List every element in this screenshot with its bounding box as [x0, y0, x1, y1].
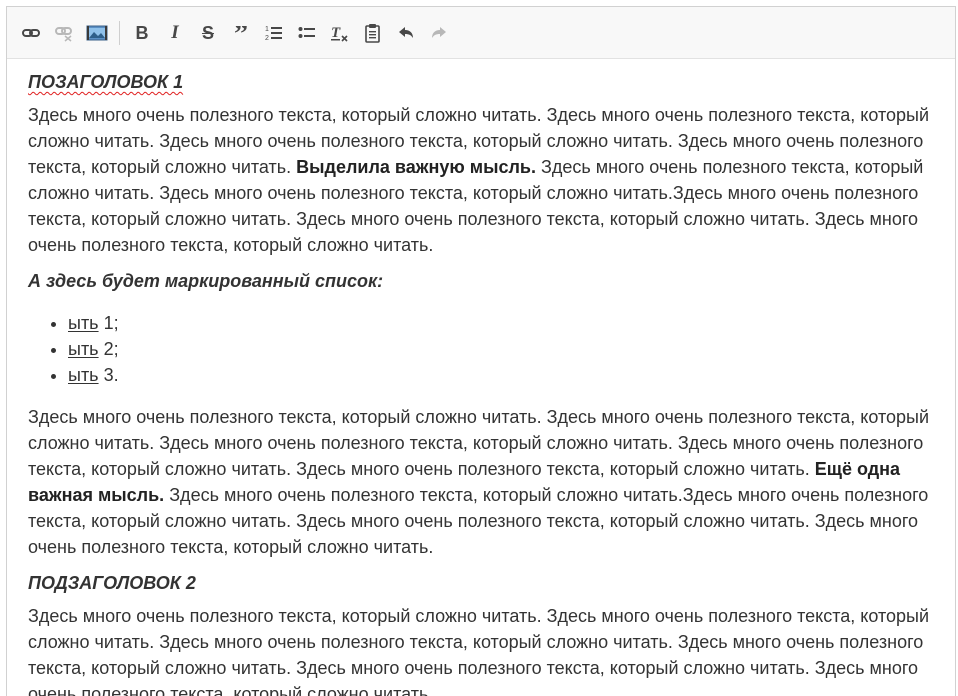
paragraph-2-text-a: Здесь много очень полезного текста, кото… [28, 407, 930, 479]
numbered-list-icon: 1 2 [265, 26, 282, 42]
bulleted-list-button[interactable] [293, 19, 321, 47]
list-item-word: ыть [68, 313, 99, 333]
bold-icon: B [135, 22, 149, 43]
image-button[interactable] [83, 19, 111, 47]
unlink-button[interactable] [50, 19, 78, 47]
numbered-list-button[interactable]: 1 2 [260, 19, 288, 47]
list-heading: А здесь будет маркированный список: [28, 271, 384, 291]
editor-toolbar: B I S ” 1 2 [7, 7, 955, 59]
svg-text:T: T [331, 25, 341, 41]
strikethrough-icon: S [201, 22, 214, 43]
svg-text:2: 2 [265, 35, 269, 42]
remove-format-icon: T [331, 25, 348, 42]
blockquote-button[interactable]: ” [227, 19, 255, 47]
rich-text-editor: B I S ” 1 2 [6, 6, 956, 696]
list-item-rest: 2; [98, 339, 119, 359]
unlink-icon [55, 26, 72, 42]
link-button[interactable] [17, 19, 45, 47]
italic-icon: I [171, 22, 179, 43]
redo-button[interactable] [425, 19, 453, 47]
list-item-word: ыть [68, 339, 99, 359]
list-item-rest: 3. [98, 365, 119, 385]
list-item: ыть 3. [68, 362, 933, 388]
paragraph-2: Здесь много очень полезного текста, кото… [28, 404, 933, 560]
remove-format-button[interactable]: T [326, 19, 354, 47]
heading-2: ПОДЗАГОЛОВОК 2 [28, 573, 196, 593]
undo-icon [399, 26, 413, 38]
paragraph-1-bold: Выделила важную мысль. [296, 157, 536, 177]
italic-button[interactable]: I [161, 19, 189, 47]
undo-button[interactable] [392, 19, 420, 47]
list-item-word: ыть [68, 365, 99, 385]
image-icon [86, 25, 108, 40]
paste-button[interactable] [359, 19, 387, 47]
paste-icon [365, 23, 380, 43]
list-item: ыть 1; [68, 310, 933, 336]
paragraph-1: Здесь много очень полезного текста, кото… [28, 102, 933, 258]
redo-icon [432, 26, 446, 38]
editor-content[interactable]: ПОЗАГОЛОВОК 1 Здесь много очень полезног… [7, 59, 955, 696]
heading-1: ПОЗАГОЛОВОК 1 [28, 69, 933, 95]
heading-1-text: ПОЗАГОЛОВОК 1 [28, 72, 184, 92]
bulleted-list: ыть 1; ыть 2; ыть 3. [28, 310, 933, 388]
link-icon [22, 28, 40, 37]
toolbar-separator [119, 20, 120, 45]
strikethrough-button[interactable]: S [194, 19, 222, 47]
bulleted-list-icon [298, 26, 315, 38]
blockquote-icon: ” [234, 26, 248, 40]
svg-text:1: 1 [265, 26, 269, 33]
paragraph-3: Здесь много очень полезного текста, кото… [28, 606, 930, 696]
list-item-rest: 1; [98, 313, 119, 333]
bold-button[interactable]: B [128, 19, 156, 47]
list-item: ыть 2; [68, 336, 933, 362]
paragraph-2-text-b: Здесь много очень полезного текста, кото… [28, 485, 929, 557]
